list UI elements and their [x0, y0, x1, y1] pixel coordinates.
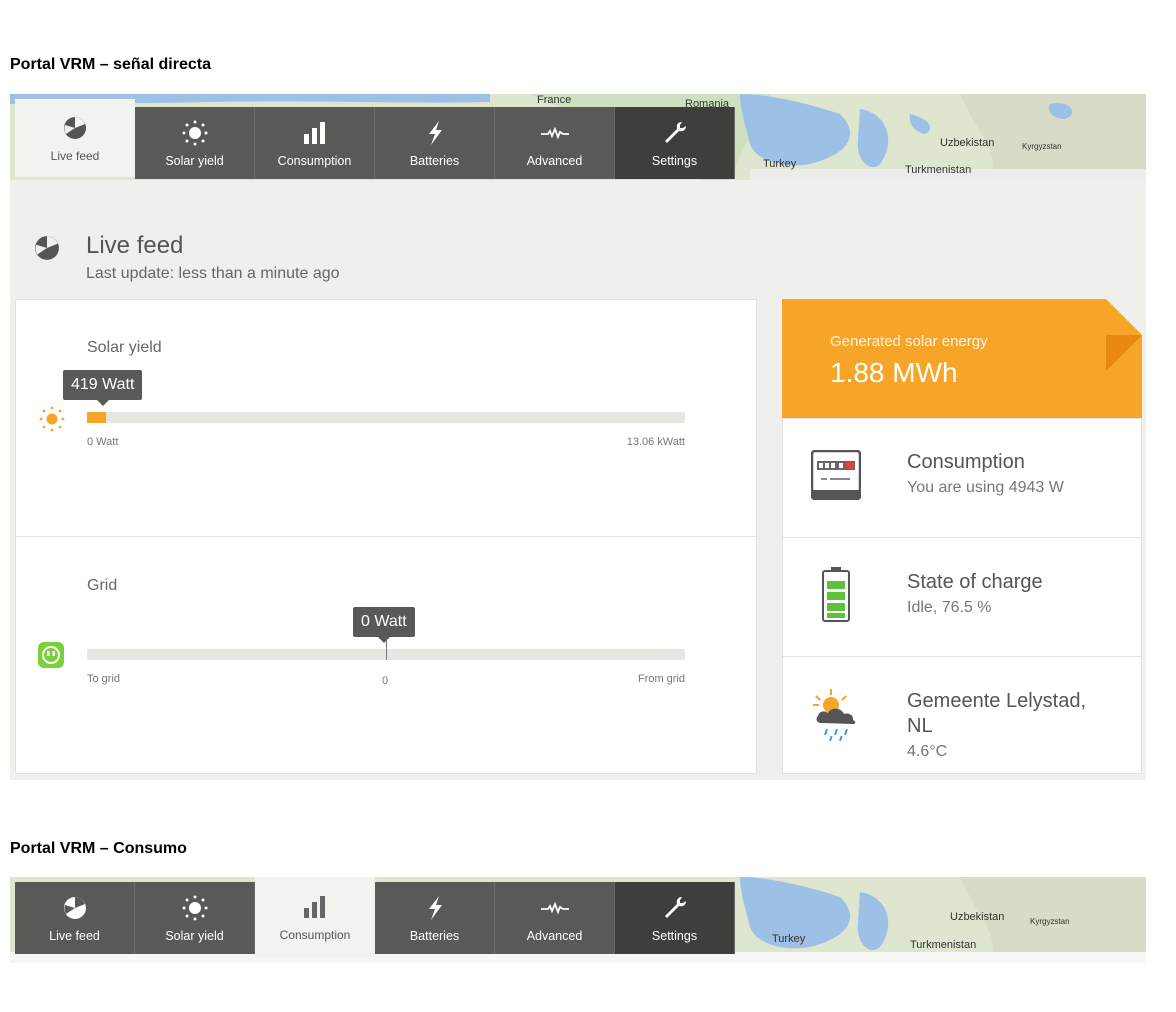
solar-yield-fill: [87, 412, 106, 423]
solar-yield-tooltip: 419 Watt: [63, 370, 143, 406]
tab-label: Advanced: [526, 154, 583, 168]
tab-label: Consumption: [279, 928, 351, 942]
solar-yield-card: Solar yield 419 Watt 0 Watt 13.06 kWatt: [15, 299, 757, 537]
solar-yield-title: Solar yield: [87, 339, 162, 356]
map-label-france: France: [537, 94, 572, 106]
section-title-consumption: Portal VRM – Consumo: [10, 840, 187, 857]
generated-energy-value: 1.88 MWh: [830, 357, 958, 388]
tab-label: Solar yield: [165, 154, 224, 168]
battery-icon: [821, 566, 851, 627]
generated-energy-card: Generated solar energy 1.88 MWh: [782, 299, 1142, 419]
live-feed-icon: [60, 893, 90, 923]
grid-left-label: To grid: [87, 673, 121, 685]
grid-marker: [386, 639, 387, 660]
tab-bar: Live feed Solar yield Consumption Batter…: [15, 99, 735, 179]
grid-bar: [87, 639, 685, 660]
section-title-live: Portal VRM – señal directa: [10, 56, 211, 73]
soc-sub: Idle, 76.5 %: [907, 599, 992, 616]
tab-consumption[interactable]: Consumption: [255, 107, 375, 179]
live-feed-panel: Live feed Last update: less than a minut…: [10, 180, 1146, 780]
tab-label: Live feed: [50, 149, 100, 163]
bar-chart-icon: [300, 118, 330, 148]
map-label-turkmenistan: Turkmenistan: [910, 939, 977, 951]
solar-max-label: 13.06 kWatt: [626, 436, 685, 448]
tab-live-feed[interactable]: Live feed: [15, 99, 135, 177]
solar-min-label: 0 Watt: [87, 436, 119, 448]
weather-country: NL: [907, 715, 933, 737]
tab-advanced[interactable]: Advanced: [495, 882, 615, 954]
sun-icon: [38, 405, 66, 438]
tab-batteries[interactable]: Batteries: [375, 107, 495, 179]
last-update: Last update: less than a minute ago: [86, 265, 340, 282]
grid-center-label: 0: [382, 675, 389, 687]
consumption-card: Consumption You are using 4943 W: [782, 418, 1142, 538]
soc-title: State of charge: [907, 571, 1043, 593]
tab-consumption[interactable]: Consumption: [255, 877, 375, 957]
tab-label: Settings: [651, 929, 698, 943]
live-feed-icon: [34, 235, 60, 266]
grid-tooltip: 0 Watt: [353, 607, 415, 643]
map-strip-top: France Romania Turkey Uzbekistan Kyrgyzs…: [10, 94, 1146, 180]
solar-yield-bar: [87, 412, 685, 423]
tab-label: Solar yield: [165, 929, 224, 943]
tab-batteries[interactable]: Batteries: [375, 882, 495, 954]
state-of-charge-card: State of charge Idle, 76.5 %: [782, 537, 1142, 657]
live-feed-icon: [60, 113, 90, 143]
tab-label: Live feed: [49, 929, 100, 943]
plug-icon: [37, 641, 65, 674]
grid-title: Grid: [87, 577, 118, 594]
tab-solar-yield[interactable]: Solar yield: [135, 882, 255, 954]
map-label-turkey: Turkey: [763, 158, 797, 170]
bar-chart-icon: [300, 892, 330, 922]
map-label-turkey: Turkey: [772, 933, 806, 945]
lightning-icon: [420, 118, 450, 148]
map-label-uzbekistan: Uzbekistan: [940, 137, 995, 149]
consumption-title: Consumption: [907, 451, 1025, 473]
consumption-sub: You are using 4943 W: [907, 479, 1064, 496]
lightning-icon: [420, 893, 450, 923]
weather-location: Gemeente Lelystad,: [907, 690, 1086, 712]
page-title: Live feed: [86, 232, 184, 259]
sun-icon: [180, 118, 210, 148]
weather-temp: 4.6°C: [907, 743, 948, 760]
map-label-turkmenistan: Turkmenistan: [905, 164, 972, 176]
grid-card: Grid 0 Watt To grid 0 From grid: [15, 536, 757, 774]
tab-solar-yield[interactable]: Solar yield: [135, 107, 255, 179]
weather-card: Gemeente Lelystad, NL 4.6°C: [782, 656, 1142, 774]
tab-settings[interactable]: Settings: [615, 882, 735, 954]
grid-right-label: From grid: [637, 673, 685, 685]
tab-live-feed[interactable]: Live feed: [15, 882, 135, 954]
map-label-kyrgyzstan: Kyrgyzstan: [1030, 917, 1070, 926]
meter-icon: [810, 449, 862, 505]
corner-fold: [1106, 299, 1142, 335]
wrench-icon: [660, 893, 690, 923]
weather-icon: [809, 687, 865, 748]
tab-label: Advanced: [526, 929, 583, 943]
tab-label: Batteries: [409, 154, 460, 168]
tab-settings[interactable]: Settings: [615, 107, 735, 179]
generated-energy-label: Generated solar energy: [830, 333, 988, 350]
map-strip-bottom: Turkey Uzbekistan Kyrgyzstan Turkmenista…: [10, 877, 1146, 963]
waveform-icon: [540, 118, 570, 148]
map-label-kyrgyzstan: Kyrgyzstan: [1022, 142, 1062, 151]
tab-advanced[interactable]: Advanced: [495, 107, 615, 179]
tab-bar: Live feed Solar yield Consumption Batter…: [15, 877, 735, 957]
tab-label: Batteries: [409, 929, 460, 943]
sun-icon: [180, 893, 210, 923]
tab-label: Consumption: [277, 154, 352, 168]
corner-fold-shadow: [1106, 335, 1142, 371]
waveform-icon: [540, 893, 570, 923]
tab-label: Settings: [651, 154, 698, 168]
wrench-icon: [660, 118, 690, 148]
map-label-uzbekistan: Uzbekistan: [950, 911, 1005, 923]
